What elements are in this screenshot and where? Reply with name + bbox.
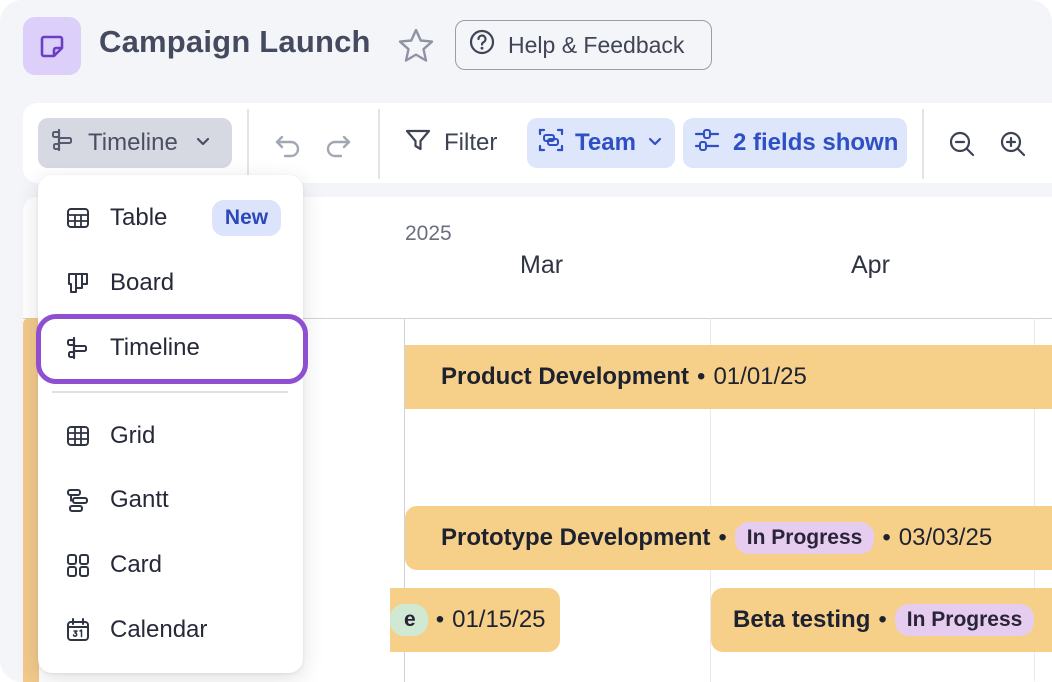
bar-separator: • bbox=[882, 524, 891, 551]
timeline-bar[interactable]: Beta testing • In Progress bbox=[711, 588, 1052, 652]
toolbar: Timeline Filter Team 2 fields shown bbox=[23, 103, 1052, 183]
fields-shown-label: 2 fields shown bbox=[733, 129, 899, 156]
help-feedback-label: Help & Feedback bbox=[508, 31, 685, 58]
star-icon[interactable] bbox=[396, 26, 436, 66]
zoom-out-icon[interactable] bbox=[945, 127, 979, 161]
app-doc-icon bbox=[23, 17, 81, 75]
bar-separator: • bbox=[435, 606, 445, 633]
card-icon bbox=[64, 551, 92, 579]
bar-separator: • bbox=[878, 606, 887, 633]
filter-button[interactable]: Filter bbox=[404, 118, 497, 168]
menu-item-label: Gantt bbox=[110, 486, 169, 513]
bar-separator: • bbox=[697, 363, 706, 390]
chevron-down-icon bbox=[194, 129, 212, 157]
status-badge: e bbox=[390, 604, 428, 636]
bar-separator: • bbox=[718, 524, 727, 551]
bar-title: Product Development bbox=[441, 363, 690, 390]
menu-item-grid[interactable]: Grid bbox=[38, 410, 303, 462]
gantt-icon bbox=[64, 486, 92, 514]
timeline-bar[interactable]: Product Development • 01/01/25 bbox=[405, 345, 1052, 409]
board-icon bbox=[64, 269, 92, 297]
menu-item-label: Table bbox=[110, 204, 168, 231]
new-badge: New bbox=[212, 200, 281, 236]
filter-label: Filter bbox=[444, 129, 498, 156]
filter-icon bbox=[404, 126, 432, 161]
selected-highlight bbox=[36, 314, 308, 384]
timeline-bar[interactable]: e • 01/15/25 bbox=[390, 588, 560, 652]
undo-icon[interactable] bbox=[271, 127, 305, 161]
help-feedback-button[interactable]: Help & Feedback bbox=[455, 20, 712, 70]
app-window: Campaign Launch Help & Feedback Timeline… bbox=[0, 0, 1052, 682]
group-icon bbox=[537, 126, 565, 161]
toolbar-divider bbox=[247, 109, 249, 179]
toolbar-divider bbox=[378, 109, 380, 179]
menu-item-label: Card bbox=[110, 551, 163, 578]
grid-icon bbox=[64, 422, 92, 450]
bar-title: Prototype Development bbox=[441, 524, 711, 551]
calendar-icon bbox=[64, 616, 92, 644]
timeline-year: 2025 bbox=[405, 222, 452, 245]
view-switcher-label: Timeline bbox=[88, 129, 178, 156]
fields-shown-button[interactable]: 2 fields shown bbox=[683, 118, 907, 168]
table-icon bbox=[64, 204, 92, 232]
bar-title: Beta testing bbox=[733, 606, 871, 633]
status-badge: In Progress bbox=[894, 604, 1035, 636]
toolbar-divider bbox=[922, 109, 924, 179]
view-switcher-button[interactable]: Timeline bbox=[38, 118, 232, 168]
redo-icon[interactable] bbox=[321, 127, 355, 161]
menu-item-gantt[interactable]: Gantt bbox=[38, 474, 303, 526]
group-accent bbox=[23, 318, 39, 682]
team-grouping-button[interactable]: Team bbox=[527, 118, 675, 168]
menu-item-label: Board bbox=[110, 269, 175, 296]
bar-date: 03/03/25 bbox=[898, 524, 993, 551]
sliders-icon bbox=[693, 126, 721, 161]
menu-item-label: Calendar bbox=[110, 616, 208, 643]
bar-date: 01/15/25 bbox=[452, 606, 546, 633]
menu-divider bbox=[52, 391, 288, 393]
team-label: Team bbox=[575, 129, 636, 156]
menu-item-calendar[interactable]: Calendar bbox=[38, 604, 303, 656]
chevron-down-icon bbox=[646, 129, 664, 157]
timeline-bar[interactable]: Prototype Development • In Progress • 03… bbox=[405, 506, 1052, 570]
page-title: Campaign Launch bbox=[99, 24, 371, 59]
menu-item-label: Grid bbox=[110, 422, 156, 449]
month-header-apr: Apr bbox=[851, 251, 890, 279]
zoom-in-icon[interactable] bbox=[996, 127, 1030, 161]
menu-item-card[interactable]: Card bbox=[38, 539, 303, 591]
status-badge: In Progress bbox=[734, 522, 875, 554]
timeline-icon bbox=[50, 127, 76, 160]
menu-item-board[interactable]: Board bbox=[38, 257, 303, 309]
bar-date: 01/01/25 bbox=[713, 363, 807, 390]
help-circle-icon bbox=[468, 28, 496, 62]
month-header-mar: Mar bbox=[520, 251, 564, 279]
